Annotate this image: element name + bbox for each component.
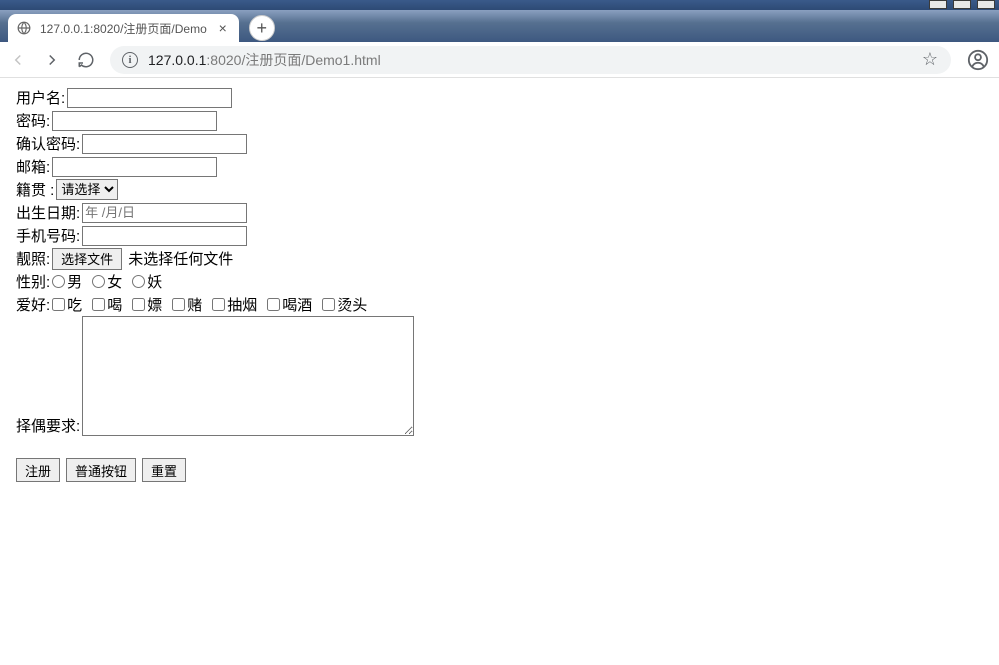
- gender-option-label: 女: [107, 271, 122, 292]
- hobby-option-label: 抽烟: [227, 294, 257, 315]
- hobby-option: 抽烟: [212, 294, 257, 315]
- hobby-option: 喝酒: [267, 294, 312, 315]
- gender-radio[interactable]: [52, 275, 65, 288]
- username-input[interactable]: [67, 88, 232, 108]
- gender-label: 性别:: [16, 271, 50, 292]
- globe-icon: [16, 20, 32, 36]
- email-input[interactable]: [52, 157, 217, 177]
- gender-option-label: 妖: [147, 271, 162, 292]
- browser-tab-active[interactable]: 127.0.0.1:8020/注册页面/Demo ×: [8, 14, 239, 42]
- gender-row: 性别: 男 女 妖: [16, 270, 983, 293]
- window-maximize-button[interactable]: [953, 0, 971, 9]
- hobby-option: 吃: [52, 294, 82, 315]
- hobby-checkbox[interactable]: [322, 298, 335, 311]
- profile-icon[interactable]: [965, 47, 991, 73]
- hobby-checkbox[interactable]: [52, 298, 65, 311]
- gender-option: 男: [52, 271, 82, 292]
- password-label: 密码:: [16, 110, 50, 131]
- origin-select[interactable]: 请选择: [56, 179, 118, 200]
- bookmark-star-icon[interactable]: ☆: [921, 51, 939, 69]
- window-minimize-button[interactable]: [929, 0, 947, 9]
- hobby-row: 爱好: 吃 喝 嫖 赌 抽烟 喝酒 烫头: [16, 293, 983, 316]
- birth-date-input[interactable]: [82, 203, 247, 223]
- username-label: 用户名:: [16, 87, 65, 108]
- site-info-icon[interactable]: i: [122, 52, 138, 68]
- hobby-label: 爱好:: [16, 294, 50, 315]
- photo-label: 靓照:: [16, 248, 50, 269]
- address-bar[interactable]: i 127.0.0.1:8020/注册页面/Demo1.html ☆: [110, 46, 951, 74]
- password-input[interactable]: [52, 111, 217, 131]
- hobby-option-label: 喝: [107, 294, 122, 315]
- submit-button[interactable]: 注册: [16, 458, 60, 482]
- hobby-option: 赌: [172, 294, 202, 315]
- gender-radio[interactable]: [132, 275, 145, 288]
- back-button[interactable]: [8, 50, 28, 70]
- hobby-option-label: 烫头: [337, 294, 367, 315]
- gender-option: 女: [92, 271, 122, 292]
- gender-radio[interactable]: [92, 275, 105, 288]
- reset-button[interactable]: 重置: [142, 458, 186, 482]
- window-close-button[interactable]: [977, 0, 995, 9]
- choose-file-button[interactable]: 选择文件: [52, 248, 122, 270]
- hobby-option-label: 赌: [187, 294, 202, 315]
- hobby-checkbox[interactable]: [267, 298, 280, 311]
- normal-button[interactable]: 普通按钮: [66, 458, 136, 482]
- hobby-option-label: 吃: [67, 294, 82, 315]
- hobby-option-label: 嫖: [147, 294, 162, 315]
- gender-option-label: 男: [67, 271, 82, 292]
- mate-requirements-textarea[interactable]: [82, 316, 414, 436]
- url-text: 127.0.0.1:8020/注册页面/Demo1.html: [148, 50, 911, 70]
- hobby-checkbox[interactable]: [132, 298, 145, 311]
- origin-label: 籍贯 :: [16, 179, 54, 200]
- browser-toolbar: i 127.0.0.1:8020/注册页面/Demo1.html ☆: [0, 42, 999, 78]
- hobby-option: 烫头: [322, 294, 367, 315]
- hobby-option-label: 喝酒: [282, 294, 312, 315]
- confirm-password-label: 确认密码:: [16, 133, 80, 154]
- mate-label: 择偶要求:: [16, 415, 80, 436]
- new-tab-button[interactable]: +: [249, 15, 275, 41]
- phone-label: 手机号码:: [16, 225, 80, 246]
- phone-input[interactable]: [82, 226, 247, 246]
- hobby-checkbox[interactable]: [212, 298, 225, 311]
- page-content: 用户名: 密码: 确认密码: 邮箱: 籍贯 : 请选择 出生日期: 手机号码: …: [0, 78, 999, 490]
- birth-label: 出生日期:: [16, 202, 80, 223]
- window-titlebar: [0, 0, 999, 10]
- forward-button[interactable]: [42, 50, 62, 70]
- gender-option: 妖: [132, 271, 162, 292]
- browser-tab-strip: 127.0.0.1:8020/注册页面/Demo × +: [0, 10, 999, 42]
- email-label: 邮箱:: [16, 156, 50, 177]
- hobby-option: 嫖: [132, 294, 162, 315]
- hobby-checkbox[interactable]: [172, 298, 185, 311]
- file-status-text: 未选择任何文件: [128, 248, 233, 269]
- hobby-checkbox[interactable]: [92, 298, 105, 311]
- confirm-password-input[interactable]: [82, 134, 247, 154]
- tab-close-icon[interactable]: ×: [215, 20, 231, 36]
- hobby-option: 喝: [92, 294, 122, 315]
- tab-title: 127.0.0.1:8020/注册页面/Demo: [40, 20, 207, 37]
- reload-button[interactable]: [76, 50, 96, 70]
